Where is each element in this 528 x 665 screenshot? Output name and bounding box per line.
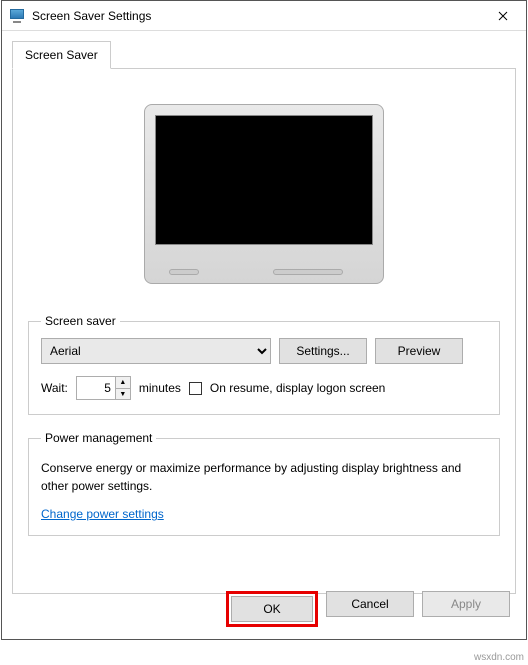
monitor-frame — [144, 104, 384, 284]
close-button[interactable] — [480, 1, 526, 30]
power-management-group: Power management Conserve energy or maxi… — [28, 431, 500, 536]
titlebar: Screen Saver Settings — [2, 1, 526, 31]
resume-checkbox[interactable] — [189, 382, 202, 395]
wait-spinner[interactable]: ▲ ▼ — [76, 376, 131, 400]
minutes-label: minutes — [139, 381, 181, 395]
monitor-screen — [155, 115, 373, 245]
preview-button[interactable]: Preview — [375, 338, 463, 364]
close-icon — [498, 11, 508, 21]
dialog-button-row: OK Cancel Apply — [226, 591, 510, 627]
power-legend: Power management — [41, 431, 156, 445]
tab-container: Screen Saver Screen saver Aerial Setting… — [2, 31, 526, 594]
ok-button[interactable]: OK — [231, 596, 313, 622]
screensaver-app-icon — [10, 9, 26, 23]
tab-screensaver[interactable]: Screen Saver — [12, 41, 111, 69]
dialog-window: Screen Saver Settings Screen Saver Scree… — [1, 0, 527, 640]
monitor-button-icon — [169, 269, 199, 275]
resume-label: On resume, display logon screen — [210, 381, 385, 395]
power-description: Conserve energy or maximize performance … — [41, 459, 487, 495]
monitor-base-icon — [273, 269, 343, 275]
wait-up-icon[interactable]: ▲ — [116, 377, 130, 388]
monitor-preview — [28, 84, 500, 314]
wait-label: Wait: — [41, 381, 68, 395]
tab-panel: Screen saver Aerial Settings... Preview … — [12, 69, 516, 594]
watermark-text: wsxdn.com — [474, 652, 524, 663]
apply-button: Apply — [422, 591, 510, 617]
cancel-button[interactable]: Cancel — [326, 591, 414, 617]
wait-input[interactable] — [77, 377, 115, 399]
screensaver-legend: Screen saver — [41, 314, 120, 328]
screensaver-group: Screen saver Aerial Settings... Preview … — [28, 314, 500, 415]
tab-strip: Screen Saver — [12, 41, 516, 69]
window-title: Screen Saver Settings — [32, 9, 480, 23]
wait-down-icon[interactable]: ▼ — [116, 388, 130, 399]
change-power-link[interactable]: Change power settings — [41, 507, 164, 521]
screensaver-select[interactable]: Aerial — [41, 338, 271, 364]
settings-button[interactable]: Settings... — [279, 338, 367, 364]
ok-highlight-box: OK — [226, 591, 318, 627]
